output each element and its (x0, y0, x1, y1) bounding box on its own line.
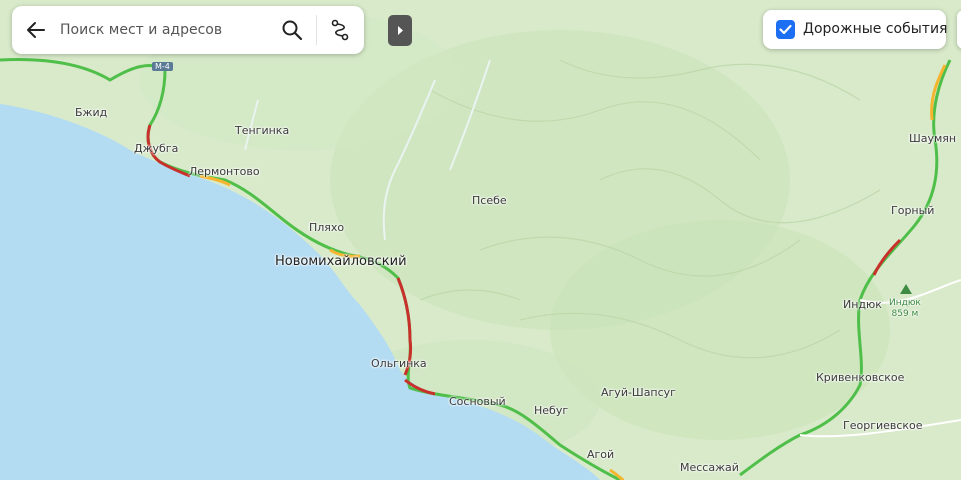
place-label-dzhubga[interactable]: Джубга (134, 142, 178, 155)
place-label-bzhid[interactable]: Бжид (75, 106, 107, 119)
chevron-right-icon (398, 26, 403, 35)
traffic-events-toggle[interactable]: Дорожные события (763, 10, 948, 49)
arrow-left-icon (27, 22, 45, 38)
peak-label-indyuk[interactable]: Индюк 859 м (889, 298, 921, 320)
place-label-georgievskoe[interactable]: Георгиевское (843, 419, 923, 432)
place-label-sosnovyy[interactable]: Сосновый (449, 395, 506, 408)
checkmark-icon (779, 24, 792, 35)
peak-elevation: 859 м (891, 309, 919, 319)
place-label-tenginka[interactable]: Тенгинка (235, 124, 289, 137)
magnifier-icon (282, 20, 303, 41)
place-label-krivenkovskoe[interactable]: Кривенковское (816, 371, 904, 384)
search-bar (12, 6, 364, 54)
place-label-psebe[interactable]: Псебе (472, 194, 507, 207)
edge-control[interactable] (957, 10, 961, 49)
road-shield-m4: М-4 (152, 62, 173, 71)
place-label-plyakho[interactable]: Пляхо (309, 221, 344, 234)
place-label-nebug[interactable]: Небуг (534, 404, 568, 417)
route-icon (331, 19, 349, 41)
place-label-aguy-shapsug[interactable]: Агуй-Шапсуг (601, 386, 676, 399)
panel-toggle-button[interactable] (388, 15, 412, 46)
back-button[interactable] (24, 18, 48, 42)
search-input[interactable] (60, 19, 260, 41)
place-label-lermontovo[interactable]: Лермонтово (189, 165, 260, 178)
place-label-shaumyan[interactable]: Шаумян (909, 132, 956, 145)
map-canvas[interactable] (0, 0, 961, 480)
peak-name: Индюк (889, 298, 921, 308)
place-label-indyuk[interactable]: Индюк (843, 298, 882, 311)
traffic-events-label: Дорожные события (803, 21, 948, 37)
place-label-novomikhaylovskiy[interactable]: Новомихайловский (275, 254, 407, 269)
search-button[interactable] (280, 18, 304, 42)
search-divider (316, 15, 317, 45)
place-label-olginka[interactable]: Ольгинка (371, 357, 427, 370)
place-label-agoy[interactable]: Агой (587, 448, 614, 461)
route-button[interactable] (328, 18, 352, 42)
traffic-events-checkbox[interactable] (776, 20, 795, 39)
place-label-gornyy[interactable]: Горный (891, 204, 934, 217)
place-label-messazhay[interactable]: Мессажай (680, 461, 739, 474)
